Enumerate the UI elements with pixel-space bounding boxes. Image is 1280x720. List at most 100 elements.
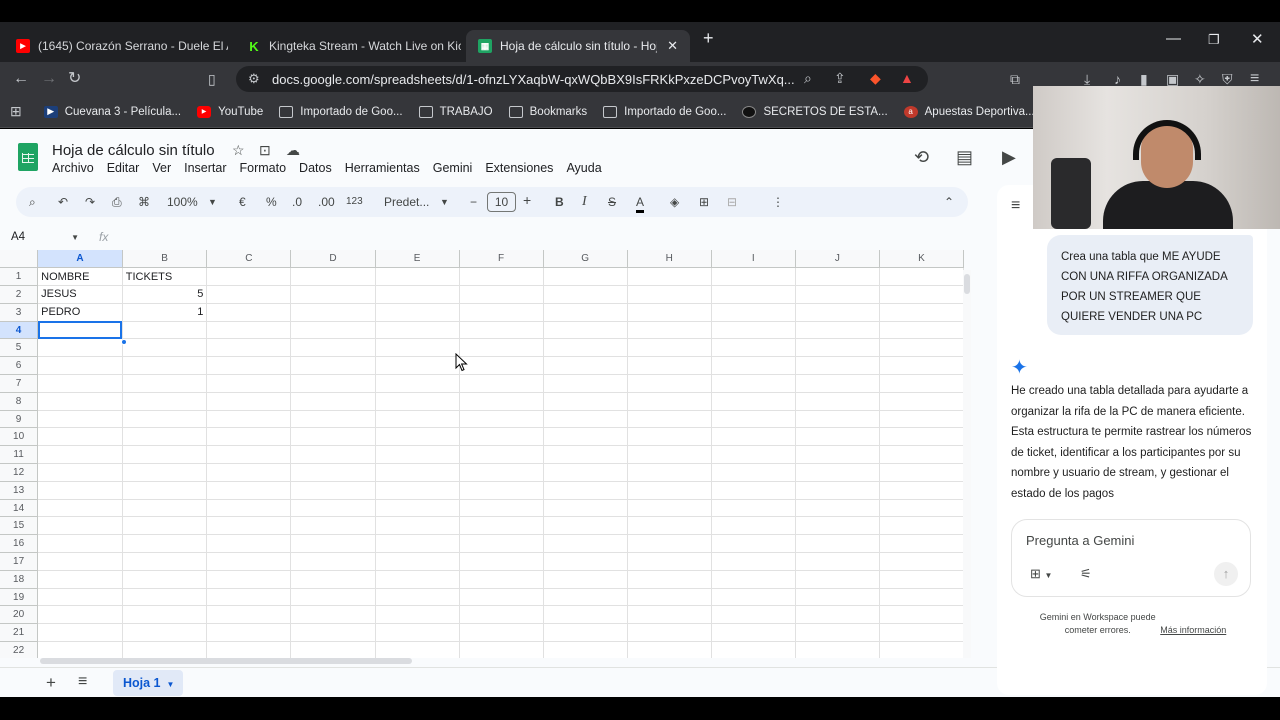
cell-g9[interactable] [543, 410, 628, 429]
cell-a2[interactable]: JESUS [37, 285, 123, 304]
cell-b16[interactable] [122, 534, 208, 554]
cell-c9[interactable] [206, 410, 292, 429]
version-history-icon[interactable]: ⟲ [914, 147, 929, 168]
cell-j2[interactable] [795, 285, 880, 304]
cell-c3[interactable] [206, 303, 292, 322]
cell-h14[interactable] [627, 499, 712, 518]
decrease-font-icon[interactable]: − [470, 194, 477, 210]
menu-herramientas[interactable]: Herramientas [345, 161, 420, 175]
cell-d13[interactable] [290, 481, 376, 500]
currency-format-button[interactable]: € [239, 194, 246, 210]
cell-b18[interactable] [122, 570, 208, 589]
close-tab-icon[interactable]: ✕ [667, 38, 678, 54]
new-tab-icon[interactable]: + [703, 28, 714, 49]
cell-i5[interactable] [711, 338, 796, 358]
cell-g6[interactable] [543, 356, 628, 376]
cell-e11[interactable] [375, 445, 460, 465]
cell-i3[interactable] [711, 303, 796, 322]
cell-f20[interactable] [459, 605, 544, 625]
move-folder-icon[interactable]: ⊡ [259, 142, 271, 159]
hamburger-icon[interactable]: ≡ [1011, 197, 1020, 215]
cell-j5[interactable] [795, 338, 880, 358]
cell-d8[interactable] [290, 392, 376, 411]
cell-a9[interactable] [37, 410, 123, 429]
cell-a19[interactable] [37, 588, 123, 607]
back-icon[interactable]: ← [13, 70, 29, 88]
cell-i12[interactable] [711, 463, 796, 482]
cell-e5[interactable] [375, 338, 460, 358]
paint-format-icon[interactable]: ⌘ [138, 194, 150, 210]
cell-h21[interactable] [627, 623, 712, 643]
cell-d19[interactable] [290, 588, 376, 607]
cell-j13[interactable] [795, 481, 880, 500]
cell-c15[interactable] [206, 516, 292, 536]
row-header[interactable]: 13 [0, 481, 39, 500]
row-header[interactable]: 22 [0, 641, 39, 658]
text-color-button[interactable]: A [636, 194, 645, 213]
cell-i6[interactable] [711, 356, 796, 376]
cell-h12[interactable] [627, 463, 712, 482]
cell-h8[interactable] [627, 392, 712, 411]
cell-a4[interactable] [37, 321, 123, 340]
cell-b15[interactable] [122, 516, 208, 536]
cell-i8[interactable] [711, 392, 796, 411]
document-title[interactable]: Hoja de cálculo sin título [52, 142, 215, 159]
column-header[interactable]: C [206, 250, 292, 269]
comments-icon[interactable]: ▤ [956, 147, 973, 168]
cell-g5[interactable] [543, 338, 628, 358]
cell-h9[interactable] [627, 410, 712, 429]
cell-d3[interactable] [290, 303, 376, 322]
cell-j11[interactable] [795, 445, 880, 465]
add-sheet-icon[interactable]: + [46, 673, 56, 693]
cell-j10[interactable] [795, 427, 880, 447]
cell-h15[interactable] [627, 516, 712, 536]
bookmark-page-icon[interactable]: ▯ [208, 70, 216, 88]
row-header[interactable]: 15 [0, 516, 39, 536]
row-header[interactable]: 12 [0, 463, 39, 482]
menu-insertar[interactable]: Insertar [184, 161, 226, 175]
row-header[interactable]: 3 [0, 303, 39, 322]
cell-j18[interactable] [795, 570, 880, 589]
cell-d7[interactable] [290, 374, 376, 393]
browser-tab-youtube[interactable]: ▶ (1645) Corazón Serrano - Duele El A [4, 30, 228, 62]
cell-a15[interactable] [37, 516, 123, 536]
column-header[interactable]: G [543, 250, 628, 269]
cell-i9[interactable] [711, 410, 796, 429]
cell-f13[interactable] [459, 481, 544, 500]
cell-e2[interactable] [375, 285, 460, 304]
menu-extensiones[interactable]: Extensiones [485, 161, 553, 175]
cell-c2[interactable] [206, 285, 292, 304]
cell-k3[interactable] [879, 303, 964, 322]
cell-e18[interactable] [375, 570, 460, 589]
cell-h3[interactable] [627, 303, 712, 322]
cell-i1[interactable] [711, 267, 796, 287]
increase-font-icon[interactable]: + [523, 192, 531, 208]
cell-g17[interactable] [543, 552, 628, 571]
cell-f2[interactable] [459, 285, 544, 304]
cell-e13[interactable] [375, 481, 460, 500]
undo-icon[interactable]: ↶ [58, 194, 68, 210]
cell-k8[interactable] [879, 392, 964, 411]
cell-c20[interactable] [206, 605, 292, 625]
cell-f3[interactable] [459, 303, 544, 322]
restore-icon[interactable]: ❐ [1208, 32, 1220, 48]
row-header[interactable]: 19 [0, 588, 39, 607]
cell-i11[interactable] [711, 445, 796, 465]
cell-e1[interactable] [375, 267, 460, 287]
cell-j12[interactable] [795, 463, 880, 482]
horizontal-scrollbar[interactable] [40, 658, 964, 664]
cell-f15[interactable] [459, 516, 544, 536]
row-header[interactable]: 2 [0, 285, 39, 304]
column-header[interactable]: A [37, 250, 123, 269]
cell-c8[interactable] [206, 392, 292, 411]
cell-k19[interactable] [879, 588, 964, 607]
cell-d10[interactable] [290, 427, 376, 447]
cell-g15[interactable] [543, 516, 628, 536]
menu-archivo[interactable]: Archivo [52, 161, 94, 175]
cell-b10[interactable] [122, 427, 208, 447]
extensions-icon[interactable]: ⧉ [1010, 70, 1020, 88]
cell-c6[interactable] [206, 356, 292, 376]
cell-j19[interactable] [795, 588, 880, 607]
cell-i15[interactable] [711, 516, 796, 536]
cell-e10[interactable] [375, 427, 460, 447]
